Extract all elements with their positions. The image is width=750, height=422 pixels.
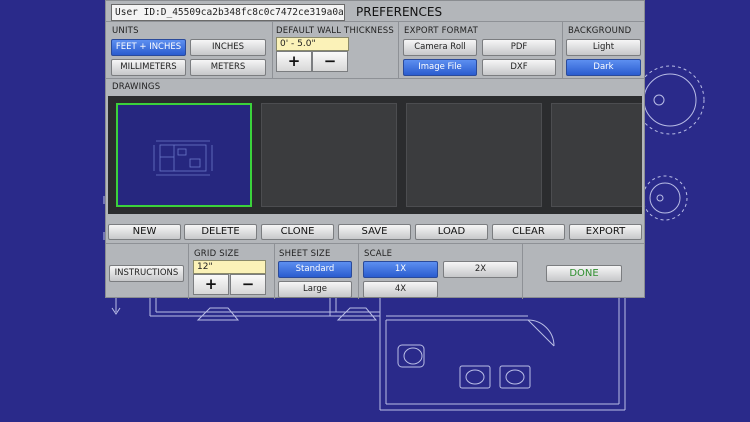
meters-button[interactable]: METERS bbox=[190, 59, 266, 76]
standard-button[interactable]: Standard bbox=[278, 261, 352, 278]
sheet-size-title: SHEET SIZE bbox=[279, 249, 331, 259]
export-format-title: EXPORT FORMAT bbox=[404, 26, 478, 36]
drawings-strip[interactable] bbox=[108, 96, 642, 214]
instructions-button[interactable]: INSTRUCTIONS bbox=[109, 265, 184, 282]
scale-4x-button[interactable]: 4X bbox=[363, 281, 438, 298]
grid-size-title: GRID SIZE bbox=[194, 249, 240, 259]
camera-roll-button[interactable]: Camera Roll bbox=[403, 39, 477, 56]
feet-inches-button[interactable]: FEET + INCHES bbox=[111, 39, 186, 56]
panel-title: PREFERENCES bbox=[356, 5, 443, 19]
dxf-button[interactable]: DXF bbox=[482, 59, 556, 76]
large-button[interactable]: Large bbox=[278, 281, 352, 298]
divider bbox=[562, 21, 563, 78]
divider bbox=[522, 243, 523, 299]
wall-thickness-value[interactable]: 0' - 5.0" bbox=[276, 37, 349, 51]
drawing-thumbnail[interactable] bbox=[261, 103, 397, 207]
wall-thickness-title: DEFAULT WALL THICKNESS bbox=[276, 26, 394, 36]
divider bbox=[272, 21, 273, 78]
divider bbox=[106, 21, 644, 22]
clone-button[interactable]: CLONE bbox=[261, 224, 334, 240]
export-button[interactable]: EXPORT bbox=[569, 224, 642, 240]
grid-size-minus-button[interactable]: − bbox=[230, 274, 266, 295]
drawing-thumbnail[interactable] bbox=[406, 103, 542, 207]
background-title: BACKGROUND bbox=[568, 26, 632, 36]
drawing-thumbnail[interactable] bbox=[116, 103, 252, 207]
divider bbox=[274, 243, 275, 299]
scale-2x-button[interactable]: 2X bbox=[443, 261, 518, 278]
units-title: UNITS bbox=[112, 26, 139, 36]
save-button[interactable]: SAVE bbox=[338, 224, 411, 240]
wall-thickness-plus-button[interactable]: + bbox=[276, 51, 312, 72]
user-id-field: User ID:D_45509ca2b348fc8c0c7472ce319a0a… bbox=[111, 4, 345, 21]
divider bbox=[106, 243, 644, 244]
millimeters-button[interactable]: MILLIMETERS bbox=[111, 59, 186, 76]
drawings-title: DRAWINGS bbox=[112, 82, 161, 92]
dark-button[interactable]: Dark bbox=[566, 59, 641, 76]
drawing-thumbnail[interactable] bbox=[551, 103, 642, 207]
scale-1x-button[interactable]: 1X bbox=[363, 261, 438, 278]
wall-thickness-minus-button[interactable]: − bbox=[312, 51, 348, 72]
divider bbox=[398, 21, 399, 78]
done-button[interactable]: DONE bbox=[546, 265, 622, 282]
clear-button[interactable]: CLEAR bbox=[492, 224, 565, 240]
divider bbox=[188, 243, 189, 299]
grid-size-value[interactable]: 12" bbox=[193, 260, 266, 274]
grid-size-plus-button[interactable]: + bbox=[193, 274, 229, 295]
image-file-button[interactable]: Image File bbox=[403, 59, 477, 76]
light-button[interactable]: Light bbox=[566, 39, 641, 56]
divider bbox=[358, 243, 359, 299]
delete-button[interactable]: DELETE bbox=[184, 224, 257, 240]
new-button[interactable]: NEW bbox=[108, 224, 181, 240]
inches-button[interactable]: INCHES bbox=[190, 39, 266, 56]
drawing-preview-icon bbox=[153, 140, 213, 176]
load-button[interactable]: LOAD bbox=[415, 224, 488, 240]
preferences-panel: User ID:D_45509ca2b348fc8c0c7472ce319a0a… bbox=[105, 0, 645, 299]
pdf-button[interactable]: PDF bbox=[482, 39, 556, 56]
scale-title: SCALE bbox=[364, 249, 393, 259]
divider bbox=[106, 78, 644, 79]
